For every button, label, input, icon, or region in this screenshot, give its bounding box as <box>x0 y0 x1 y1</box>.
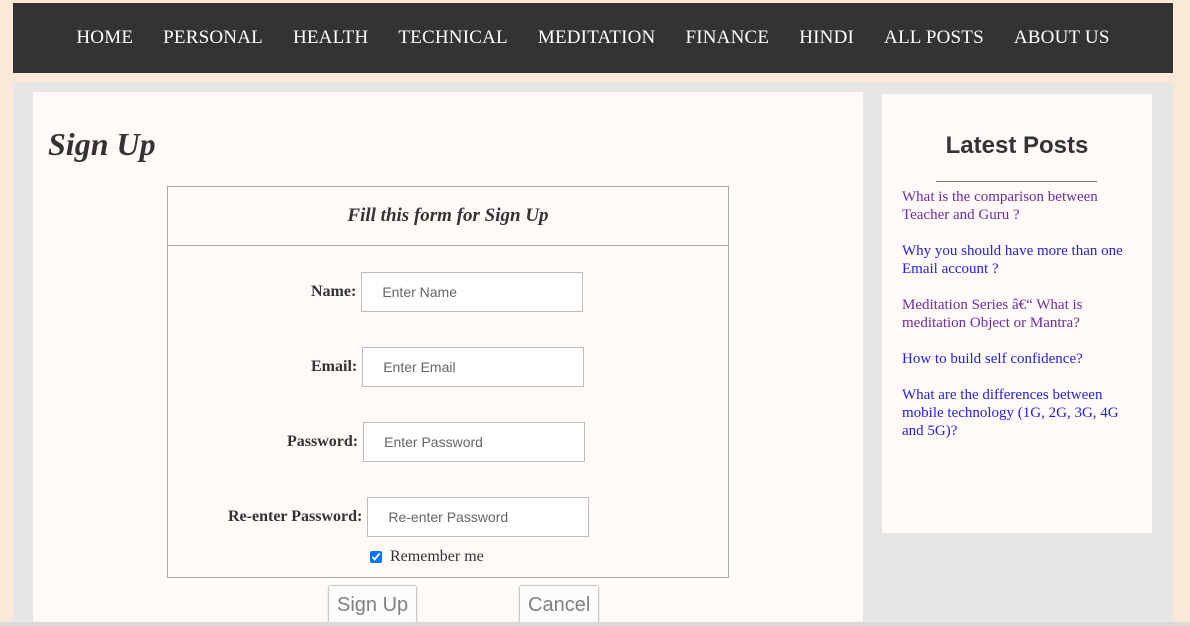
signup-form: Fill this form for Sign Up Name: Email: … <box>167 186 729 578</box>
name-row: Name: <box>311 272 584 312</box>
signup-button[interactable]: Sign Up <box>328 585 418 625</box>
list-item: What are the differences between mobile … <box>902 386 1127 440</box>
password-row: Password: <box>287 422 586 462</box>
top-nav: HOME PERSONAL HEALTH TECHNICAL MEDITATIO… <box>13 3 1173 73</box>
list-item: Meditation Series â€“ What is meditation… <box>902 296 1127 332</box>
sidebar-divider <box>936 181 1097 182</box>
page-title: Sign Up <box>48 126 156 162</box>
bottom-strip <box>0 622 1190 626</box>
nav-personal[interactable]: PERSONAL <box>163 27 263 49</box>
list-item: How to build self confidence? <box>902 350 1127 368</box>
list-item: What is the comparison between Teacher a… <box>902 188 1127 224</box>
email-row: Email: <box>311 347 585 387</box>
sidebar: Latest Posts What is the comparison betw… <box>882 94 1152 533</box>
sidebar-title: Latest Posts <box>945 132 1089 159</box>
form-heading: Fill this form for Sign Up <box>168 187 728 246</box>
main-panel: Sign Up Fill this form for Sign Up Name:… <box>33 92 863 626</box>
email-label: Email: <box>311 358 358 375</box>
email-input[interactable] <box>362 347 585 387</box>
nav-home[interactable]: HOME <box>76 27 133 49</box>
latest-posts-list: What is the comparison between Teacher a… <box>902 188 1127 458</box>
post-link[interactable]: Meditation Series â€“ What is meditation… <box>902 297 1083 331</box>
name-label: Name: <box>311 283 357 300</box>
cancel-button[interactable]: Cancel <box>519 585 600 625</box>
nav-finance[interactable]: FINANCE <box>685 27 769 49</box>
remember-me-label[interactable]: Remember me <box>390 548 484 566</box>
name-input[interactable] <box>361 272 584 312</box>
list-item: Why you should have more than one Email … <box>902 242 1127 278</box>
nav-hindi[interactable]: HINDI <box>799 27 854 49</box>
password-input[interactable] <box>363 422 586 462</box>
reenter-password-input[interactable] <box>367 497 590 537</box>
post-link[interactable]: What is the comparison between Teacher a… <box>902 189 1098 223</box>
password-label: Password: <box>287 433 359 450</box>
reenter-password-label: Re-enter Password: <box>228 508 363 525</box>
nav-technical[interactable]: TECHNICAL <box>398 27 507 49</box>
post-link[interactable]: Why you should have more than one Email … <box>902 243 1123 277</box>
nav-about-us[interactable]: ABOUT US <box>1014 27 1110 49</box>
remember-me-checkbox[interactable] <box>370 551 382 563</box>
nav-health[interactable]: HEALTH <box>293 27 368 49</box>
remember-me: Remember me <box>370 548 484 566</box>
nav-all-posts[interactable]: ALL POSTS <box>884 27 984 49</box>
reenter-password-row: Re-enter Password: <box>228 497 590 537</box>
post-link[interactable]: What are the differences between mobile … <box>902 387 1119 439</box>
nav-meditation[interactable]: MEDITATION <box>538 27 656 49</box>
post-link[interactable]: How to build self confidence? <box>902 351 1083 367</box>
